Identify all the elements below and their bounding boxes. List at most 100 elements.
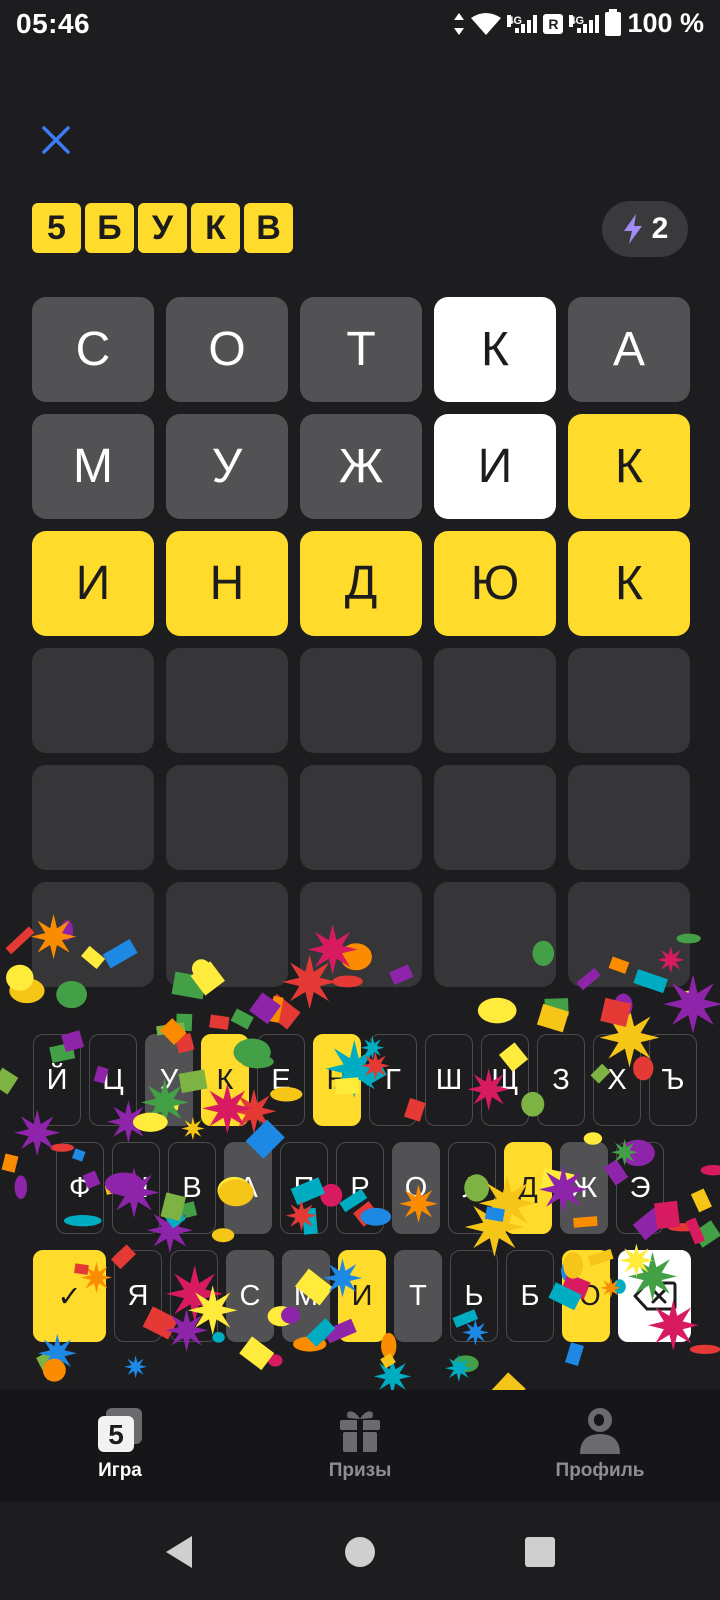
key[interactable]: Ь [450,1250,498,1342]
key[interactable]: В [168,1142,216,1234]
key[interactable]: Ф [56,1142,104,1234]
confetti-piece [689,1344,720,1354]
keyboard-row: ФЫВАПРОЛДЖЭ [56,1142,664,1234]
status-icons: 4G R 4G 100 % [453,8,704,39]
board-cell: К [434,297,556,402]
board-cell: Д [300,531,422,636]
confetti-piece [667,1223,700,1232]
key[interactable]: Ш [425,1034,473,1126]
confetti-piece [249,992,281,1025]
tab-game[interactable]: 5 Игра [0,1390,240,1502]
key[interactable]: Э [616,1142,664,1234]
key[interactable]: О [392,1142,440,1234]
confetti-piece [1,1153,19,1173]
confetti-piece [36,1348,66,1381]
key[interactable]: Ц [89,1034,137,1126]
logo-tile: Б [85,203,134,253]
roaming-badge: R [543,13,564,34]
confetti-piece [5,926,35,955]
board-cell [166,648,288,753]
key[interactable]: Й [33,1034,81,1126]
confetti-piece [692,1220,720,1248]
board-cell: А [568,297,690,402]
confetti-piece [42,1358,66,1382]
board-cell: Ю [434,531,556,636]
key[interactable]: У [145,1034,193,1126]
close-button[interactable] [34,118,78,162]
confetti-piece [263,993,301,1030]
confetti-piece [14,1175,28,1200]
confetti-piece [536,1003,570,1033]
tab-profile[interactable]: Профиль [480,1390,720,1502]
back-triangle-icon[interactable] [160,1532,200,1572]
game-board: СОТКАМУЖИКИНДЮК [32,297,690,987]
keyboard-row: ✓ Я Ч С М И Т Ь Б Ю [33,1250,691,1342]
board-cell: К [568,414,690,519]
backspace-key[interactable] [618,1250,691,1342]
key[interactable]: Ю [562,1250,610,1342]
confetti-piece [0,1067,19,1095]
board-cell [166,882,288,987]
key[interactable]: Ы [112,1142,160,1234]
key[interactable]: Ъ [649,1034,697,1126]
keyboard-row: ЙЦУКЕНГШЩЗХЪ [33,1034,697,1126]
key[interactable]: Б [506,1250,554,1342]
confetti-piece [690,1188,712,1213]
system-nav-bar [0,1502,720,1600]
board-cell [434,882,556,987]
key[interactable]: Е [257,1034,305,1126]
key[interactable]: Л [448,1142,496,1234]
board-cell: М [32,414,154,519]
key[interactable]: Х [593,1034,641,1126]
key[interactable]: Р [336,1142,384,1234]
confetti-piece [268,995,284,1023]
board-cell [32,648,154,753]
key[interactable]: А [224,1142,272,1234]
submit-key[interactable]: ✓ [33,1250,106,1342]
energy-count: 2 [651,212,669,245]
key[interactable]: Г [369,1034,417,1126]
board-cell: К [568,531,690,636]
tab-prizes[interactable]: Призы [240,1390,480,1502]
key[interactable]: Я [114,1250,162,1342]
confetti-piece [268,1354,283,1367]
energy-badge[interactable]: 2 [602,201,688,257]
board-cell: С [32,297,154,402]
status-bar: 05:46 4G R 4G 100 % [0,0,720,52]
key[interactable]: Н [313,1034,361,1126]
board-cell: Ж [300,414,422,519]
key[interactable]: М [282,1250,330,1342]
logo-tile: У [138,203,187,253]
board-cell: Т [300,297,422,402]
battery-icon [605,8,622,36]
key[interactable]: Ж [560,1142,608,1234]
key[interactable]: Д [504,1142,552,1234]
key[interactable]: И [338,1250,386,1342]
status-time: 05:46 [16,8,91,39]
key[interactable]: Ч [170,1250,218,1342]
board-cell [434,648,556,753]
key[interactable]: С [226,1250,274,1342]
board-cell [300,648,422,753]
confetti-piece [124,1355,147,1379]
confetti-piece [680,990,699,1002]
logo-tile: В [244,203,293,253]
key[interactable]: З [537,1034,585,1126]
home-circle-icon[interactable] [340,1532,380,1572]
tab-label: Призы [328,1460,392,1481]
gift-icon [340,1411,380,1452]
recents-square-icon[interactable] [520,1532,560,1572]
board-cell [166,765,288,870]
key[interactable]: П [280,1142,328,1234]
key[interactable]: Т [394,1250,442,1342]
board-cell [32,765,154,870]
tab-label: Игра [98,1460,142,1481]
confetti-piece [477,997,517,1024]
key[interactable]: К [201,1034,249,1126]
confetti-piece [6,964,34,991]
key[interactable]: Щ [481,1034,529,1126]
board-cell [568,882,690,987]
battery-percent: 100 % [627,8,704,38]
cell-signal-icon-2: 4G [569,14,600,33]
board-cell [568,648,690,753]
